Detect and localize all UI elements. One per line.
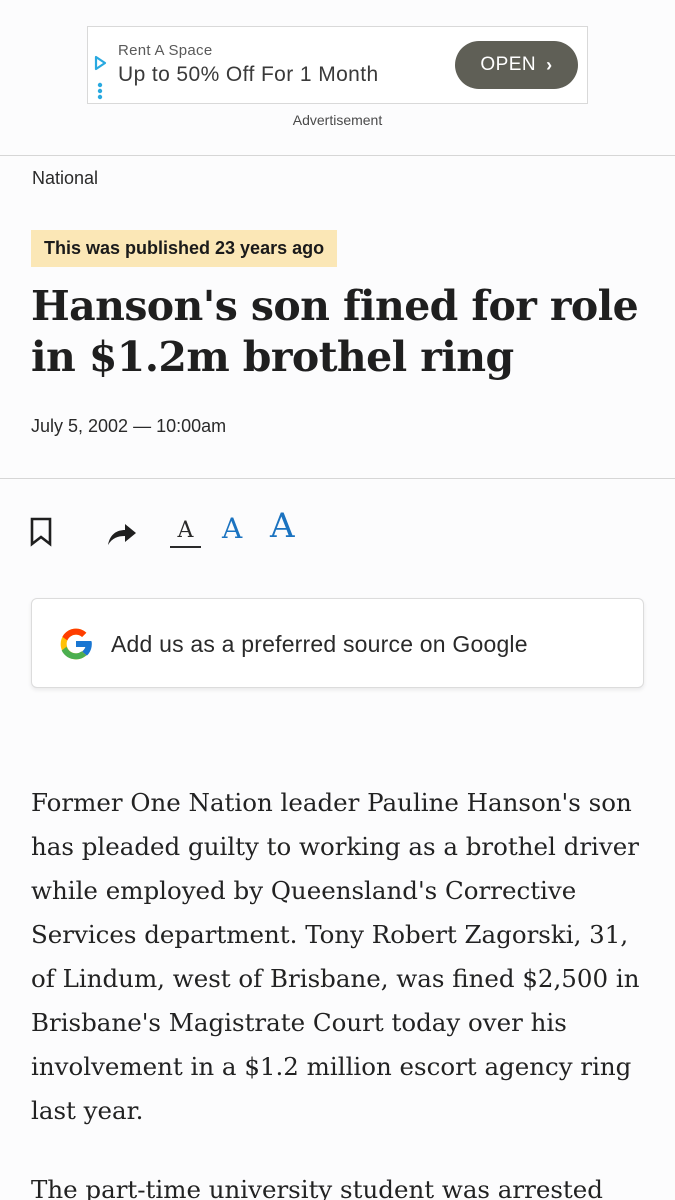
google-preferred-source-label: Add us as a preferred source on Google <box>111 631 528 657</box>
font-size-large-button[interactable]: A <box>270 506 295 546</box>
google-preferred-source-button[interactable]: Add us as a preferred source on Google <box>31 598 644 688</box>
advertisement-label: Advertisement <box>292 112 383 128</box>
section-label[interactable]: National <box>32 168 98 189</box>
font-size-small-button[interactable]: A <box>170 518 201 548</box>
article-age-badge: This was published 23 years ago <box>31 230 338 267</box>
chevron-right-icon: › <box>546 54 553 75</box>
font-size-medium-button[interactable]: A <box>222 512 242 545</box>
divider <box>0 478 675 479</box>
ad-sponsor: Rent A Space <box>118 42 213 59</box>
divider <box>0 155 675 156</box>
advertisement-banner: Rent A Space Up to 50% Off For 1 Month O… <box>0 0 675 155</box>
ad-card[interactable]: Rent A Space Up to 50% Off For 1 Month O… <box>87 26 588 104</box>
article-paragraph: The part-time university student was arr… <box>31 1175 603 1200</box>
bookmark-icon[interactable] <box>29 517 53 547</box>
adchoices-icon[interactable] <box>92 55 108 101</box>
article-dateline: July 5, 2002 — 10:00am <box>31 416 227 436</box>
share-icon[interactable] <box>106 521 138 547</box>
ad-open-label: OPEN <box>480 54 537 75</box>
article-paragraph: Former One Nation leader Pauline Hanson'… <box>31 788 640 1125</box>
article-toolbar: A A A <box>0 505 675 555</box>
ad-open-button[interactable]: OPEN › <box>455 41 578 89</box>
article-headline: Hanson's son fined for role in $1.2m bro… <box>31 282 639 381</box>
google-logo-icon <box>60 628 93 660</box>
ad-headline[interactable]: Up to 50% Off For 1 Month <box>118 63 379 87</box>
